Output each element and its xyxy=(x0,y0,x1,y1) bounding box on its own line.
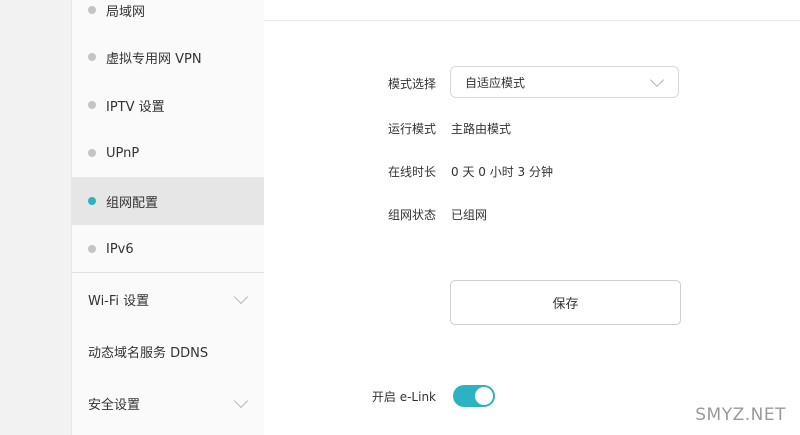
chevron-down-icon xyxy=(649,72,665,87)
mode-select[interactable]: 自适应模式 xyxy=(450,66,679,98)
sidebar-item-ipv6[interactable]: IPv6 xyxy=(72,225,264,273)
run-mode-label: 运行模式 xyxy=(387,122,436,136)
sidebar-item-label: 动态域名服务 DDNS xyxy=(88,345,209,361)
sidebar-item-label: IPTV 设置 xyxy=(106,99,165,115)
mesh-status-value: 已组网 xyxy=(451,208,488,222)
save-button[interactable]: 保存 xyxy=(450,280,681,325)
header-divider xyxy=(264,20,800,21)
main-content: 模式选择 自适应模式 运行模式 主路由模式 在线时长 0 天 0 小时 3 分钟… xyxy=(264,0,800,435)
dot-icon xyxy=(88,149,96,157)
sidebar-item-label: 虚拟专用网 VPN xyxy=(106,51,202,67)
dot-icon xyxy=(88,53,96,61)
dot-icon xyxy=(88,6,96,14)
mesh-status-label: 组网状态 xyxy=(387,208,436,222)
elink-label: 开启 e-Link xyxy=(371,390,436,404)
sidebar-item-upnp[interactable]: UPnP xyxy=(72,129,264,177)
sidebar-item-label: Wi-Fi 设置 xyxy=(88,293,150,309)
elink-toggle[interactable] xyxy=(453,385,495,407)
sidebar-item-label: 组网配置 xyxy=(106,195,159,211)
sidebar-item-iptv[interactable]: IPTV 设置 xyxy=(72,81,264,129)
sidebar-item-label: IPv6 xyxy=(106,241,134,257)
dot-icon xyxy=(88,197,96,205)
sidebar-item-security[interactable]: 安全设置 xyxy=(72,377,264,429)
sidebar-item-vpn[interactable]: 虚拟专用网 VPN xyxy=(72,33,264,81)
online-time-label: 在线时长 xyxy=(387,165,436,179)
chevron-down-icon xyxy=(233,289,249,304)
sidebar-item-wifi[interactable]: Wi-Fi 设置 xyxy=(72,273,264,325)
sidebar-item-lan[interactable]: 局域网 xyxy=(72,0,264,34)
sidebar-item-label: 安全设置 xyxy=(88,397,141,413)
dot-icon xyxy=(88,245,96,253)
left-gutter xyxy=(0,0,71,435)
sidebar-item-mesh-config[interactable]: 组网配置 xyxy=(72,177,264,225)
dot-icon xyxy=(88,101,96,109)
sidebar-item-label: 局域网 xyxy=(106,4,146,20)
toggle-knob xyxy=(475,387,493,405)
online-time-value: 0 天 0 小时 3 分钟 xyxy=(451,165,553,179)
sidebar-item-label: UPnP xyxy=(106,145,140,161)
chevron-down-icon xyxy=(233,393,249,408)
run-mode-value: 主路由模式 xyxy=(451,122,512,136)
mode-select-label: 模式选择 xyxy=(387,77,436,91)
sidebar: 局域网 虚拟专用网 VPN IPTV 设置 UPnP 组网配置 IPv6 Wi-… xyxy=(71,0,265,435)
watermark: SMYZ.NET xyxy=(695,405,786,425)
sidebar-item-ddns[interactable]: 动态域名服务 DDNS xyxy=(72,325,264,377)
mode-select-value: 自适应模式 xyxy=(465,75,526,90)
